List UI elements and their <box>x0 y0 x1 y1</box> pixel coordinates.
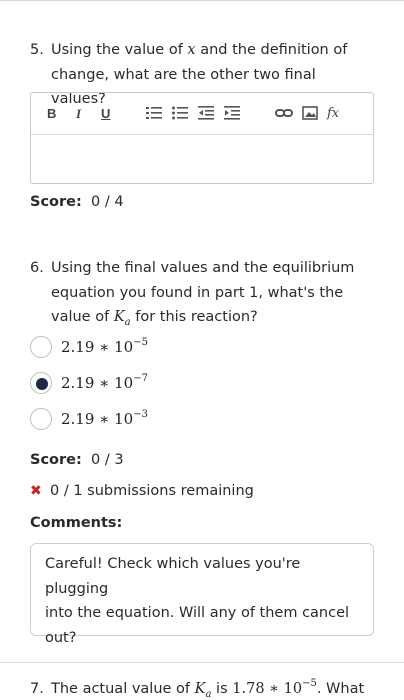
option-2[interactable]: 2.19 ∗ 10−7 <box>30 369 148 397</box>
comment-box: Careful! Check which values you're plugg… <box>30 543 374 646</box>
comment-line3: out? <box>45 629 77 646</box>
question-6-line3-a: value of <box>51 309 114 325</box>
bold-button[interactable]: B <box>47 105 56 123</box>
comment-line2: into the equation. Will any of them canc… <box>45 605 350 621</box>
question-6-line1: Using the final values and the equilibri… <box>51 260 355 276</box>
question-7-text: 7. The actual value of Ka is 1.78 ∗ 10−5.… <box>30 677 390 700</box>
option-2-exponent: −7 <box>133 373 148 384</box>
radio-button-2-selected[interactable] <box>30 372 52 394</box>
submissions-remaining: ✖ 0 / 1 submissions remaining <box>30 483 254 499</box>
question-7-text-c: . What <box>316 681 365 697</box>
question-7-exponent: −5 <box>302 678 317 690</box>
indent-icon[interactable] <box>224 105 240 123</box>
unordered-list-icon[interactable] <box>172 105 188 123</box>
question-6-line3: value of Ka for this reaction? <box>30 305 370 330</box>
question-5-line1-a: Using the value of <box>51 42 188 58</box>
section-divider <box>0 662 404 663</box>
question-5-line1-b: and the definition of <box>195 42 348 58</box>
outdent-icon[interactable] <box>198 105 214 123</box>
question-5-score: Score: 0 / 4 <box>30 194 124 210</box>
answer-editor: B I U fx <box>30 92 374 184</box>
ordered-list-icon[interactable] <box>146 105 162 123</box>
question-6-number: 6. <box>30 260 44 276</box>
question-6-line3-b: for this reaction? <box>130 309 258 325</box>
radio-button-1[interactable] <box>30 336 52 358</box>
option-3[interactable]: 2.19 ∗ 10−3 <box>30 405 148 433</box>
score-value: 0 / 4 <box>91 194 124 210</box>
radio-button-3[interactable] <box>30 408 52 430</box>
option-3-exponent: −3 <box>133 409 148 420</box>
question-5-number: 5. <box>30 42 44 58</box>
option-2-label: 2.19 ∗ 10−7 <box>61 373 148 393</box>
score-value: 0 / 3 <box>91 452 124 468</box>
variable-x: x <box>187 42 196 58</box>
score-label: Score: <box>30 194 82 210</box>
answer-textarea[interactable] <box>31 135 373 183</box>
option-1-base: 2.19 ∗ 10 <box>61 338 134 356</box>
question-6-line2: equation you found in part 1, what's the <box>51 284 344 301</box>
option-1[interactable]: 2.19 ∗ 10−5 <box>30 333 148 361</box>
question-6-score: Score: 0 / 3 <box>30 452 124 468</box>
submissions-remaining-text: 0 / 1 submissions remaining <box>50 483 254 499</box>
top-divider <box>0 0 404 1</box>
image-icon[interactable] <box>302 105 318 123</box>
variable-k: K <box>113 309 125 325</box>
formula-icon[interactable]: fx <box>327 105 339 123</box>
underline-button[interactable]: U <box>101 105 110 123</box>
italic-button[interactable]: I <box>76 105 81 123</box>
comment-line1: Careful! Check which values you're plugg… <box>45 556 301 597</box>
option-3-label: 2.19 ∗ 10−3 <box>61 409 148 429</box>
option-1-label: 2.19 ∗ 10−5 <box>61 337 148 357</box>
question-7-value: 1.78 ∗ 10 <box>232 681 303 697</box>
question-7-number: 7. <box>30 681 44 697</box>
x-mark-icon: ✖ <box>30 483 42 499</box>
option-3-base: 2.19 ∗ 10 <box>61 410 134 428</box>
question-6-text: 6. Using the final values and the equilib… <box>30 256 370 330</box>
option-1-exponent: −5 <box>133 337 148 348</box>
editor-toolbar: B I U fx <box>31 93 373 135</box>
question-7-text-a: The actual value of <box>51 681 195 697</box>
comments-label: Comments: <box>30 515 123 531</box>
link-icon[interactable] <box>275 105 293 123</box>
score-label: Score: <box>30 452 82 468</box>
option-2-base: 2.19 ∗ 10 <box>61 374 134 392</box>
question-7-text-b: is <box>211 681 233 697</box>
variable-k: K <box>194 681 206 697</box>
